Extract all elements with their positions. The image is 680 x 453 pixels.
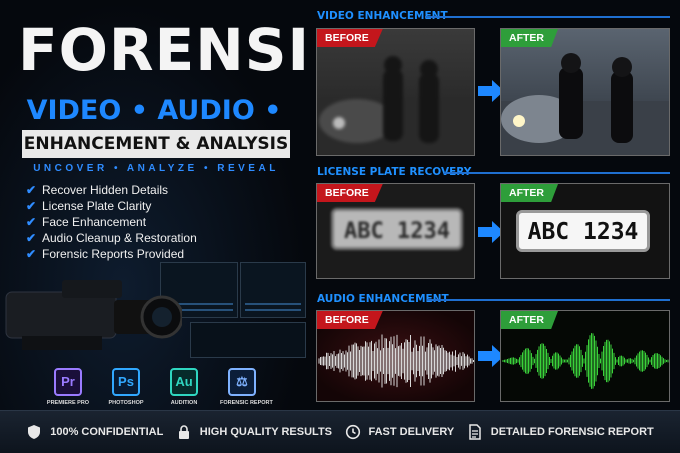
app-forensic-report: ⚖ FORENSIC REPORT xyxy=(220,368,264,406)
plate-before: ABC 1234 xyxy=(331,208,463,250)
clock-icon xyxy=(345,424,361,440)
feature-list: ✔ Recover Hidden Details ✔ License Plate C… xyxy=(26,182,197,262)
check-icon: ✔ xyxy=(26,230,36,246)
app-photoshop: Ps PHOTOSHOP xyxy=(104,368,148,406)
hero-banner: ENHANCEMENT & ANALYSIS xyxy=(22,130,290,158)
audition-icon: Au xyxy=(170,368,198,396)
check-icon: ✔ xyxy=(26,182,36,198)
section-divider xyxy=(427,299,670,301)
photoshop-icon: Ps xyxy=(112,368,140,396)
before-tag: BEFORE xyxy=(317,184,383,202)
software-list: Pr PREMIERE PRO Ps PHOTOSHOP Au AUDITION… xyxy=(46,368,264,406)
premiere-pro-icon: Pr xyxy=(54,368,82,396)
section-divider xyxy=(425,16,670,18)
hero-tagline: UNCOVER • ANALYZE • REVEAL xyxy=(22,163,290,174)
trust-bar: 100% CONFIDENTIAL HIGH QUALITY RESULTS F… xyxy=(0,410,680,453)
after-tag: AFTER xyxy=(501,311,558,329)
camera-illustration xyxy=(2,270,182,360)
feature-item: ✔ License Plate Clarity xyxy=(26,198,197,214)
video-after-image xyxy=(501,29,670,156)
document-icon xyxy=(467,424,483,440)
feature-item: ✔ Forensic Reports Provided xyxy=(26,246,197,262)
after-tag: AFTER xyxy=(501,29,558,47)
badge-confidential: 100% CONFIDENTIAL xyxy=(26,424,163,440)
app-label: PHOTOSHOP xyxy=(104,400,148,406)
app-label: PREMIERE PRO xyxy=(46,400,90,406)
scales-icon: ⚖ xyxy=(228,368,256,396)
check-icon: ✔ xyxy=(26,198,36,214)
feature-item: ✔ Audio Cleanup & Restoration xyxy=(26,230,197,246)
section-divider xyxy=(444,172,670,174)
after-tag: AFTER xyxy=(501,184,558,202)
before-tag: BEFORE xyxy=(317,311,383,329)
check-icon: ✔ xyxy=(26,246,36,262)
app-label: AUDITION xyxy=(162,400,206,406)
video-before-panel: BEFORE xyxy=(316,28,475,156)
audio-before-panel: BEFORE xyxy=(316,310,475,402)
before-tag: BEFORE xyxy=(317,29,383,47)
check-icon: ✔ xyxy=(26,214,36,230)
app-premiere-pro: Pr PREMIERE PRO xyxy=(46,368,90,406)
badge-delivery: FAST DELIVERY xyxy=(345,424,455,440)
lock-icon xyxy=(176,424,192,440)
badge-quality: HIGH QUALITY RESULTS xyxy=(176,424,332,440)
editing-monitor xyxy=(240,262,306,318)
shield-icon xyxy=(26,424,42,440)
badge-report: DETAILED FORENSIC REPORT xyxy=(467,424,654,440)
editing-monitor xyxy=(190,322,306,358)
feature-item: ✔ Recover Hidden Details xyxy=(26,182,197,198)
app-audition: Au AUDITION xyxy=(162,368,206,406)
hero-title: FORENSIC xyxy=(18,10,290,90)
audio-after-panel: AFTER xyxy=(500,310,670,402)
video-after-panel: AFTER xyxy=(500,28,670,156)
feature-item: ✔ Face Enhancement xyxy=(26,214,197,230)
video-before-image xyxy=(317,29,475,156)
hero-panel: FORENSIC VIDEO • AUDIO • IMAGE ENHANCEME… xyxy=(0,0,308,410)
app-label: FORENSIC REPORT xyxy=(220,400,264,406)
plate-after: ABC 1234 xyxy=(516,210,650,252)
